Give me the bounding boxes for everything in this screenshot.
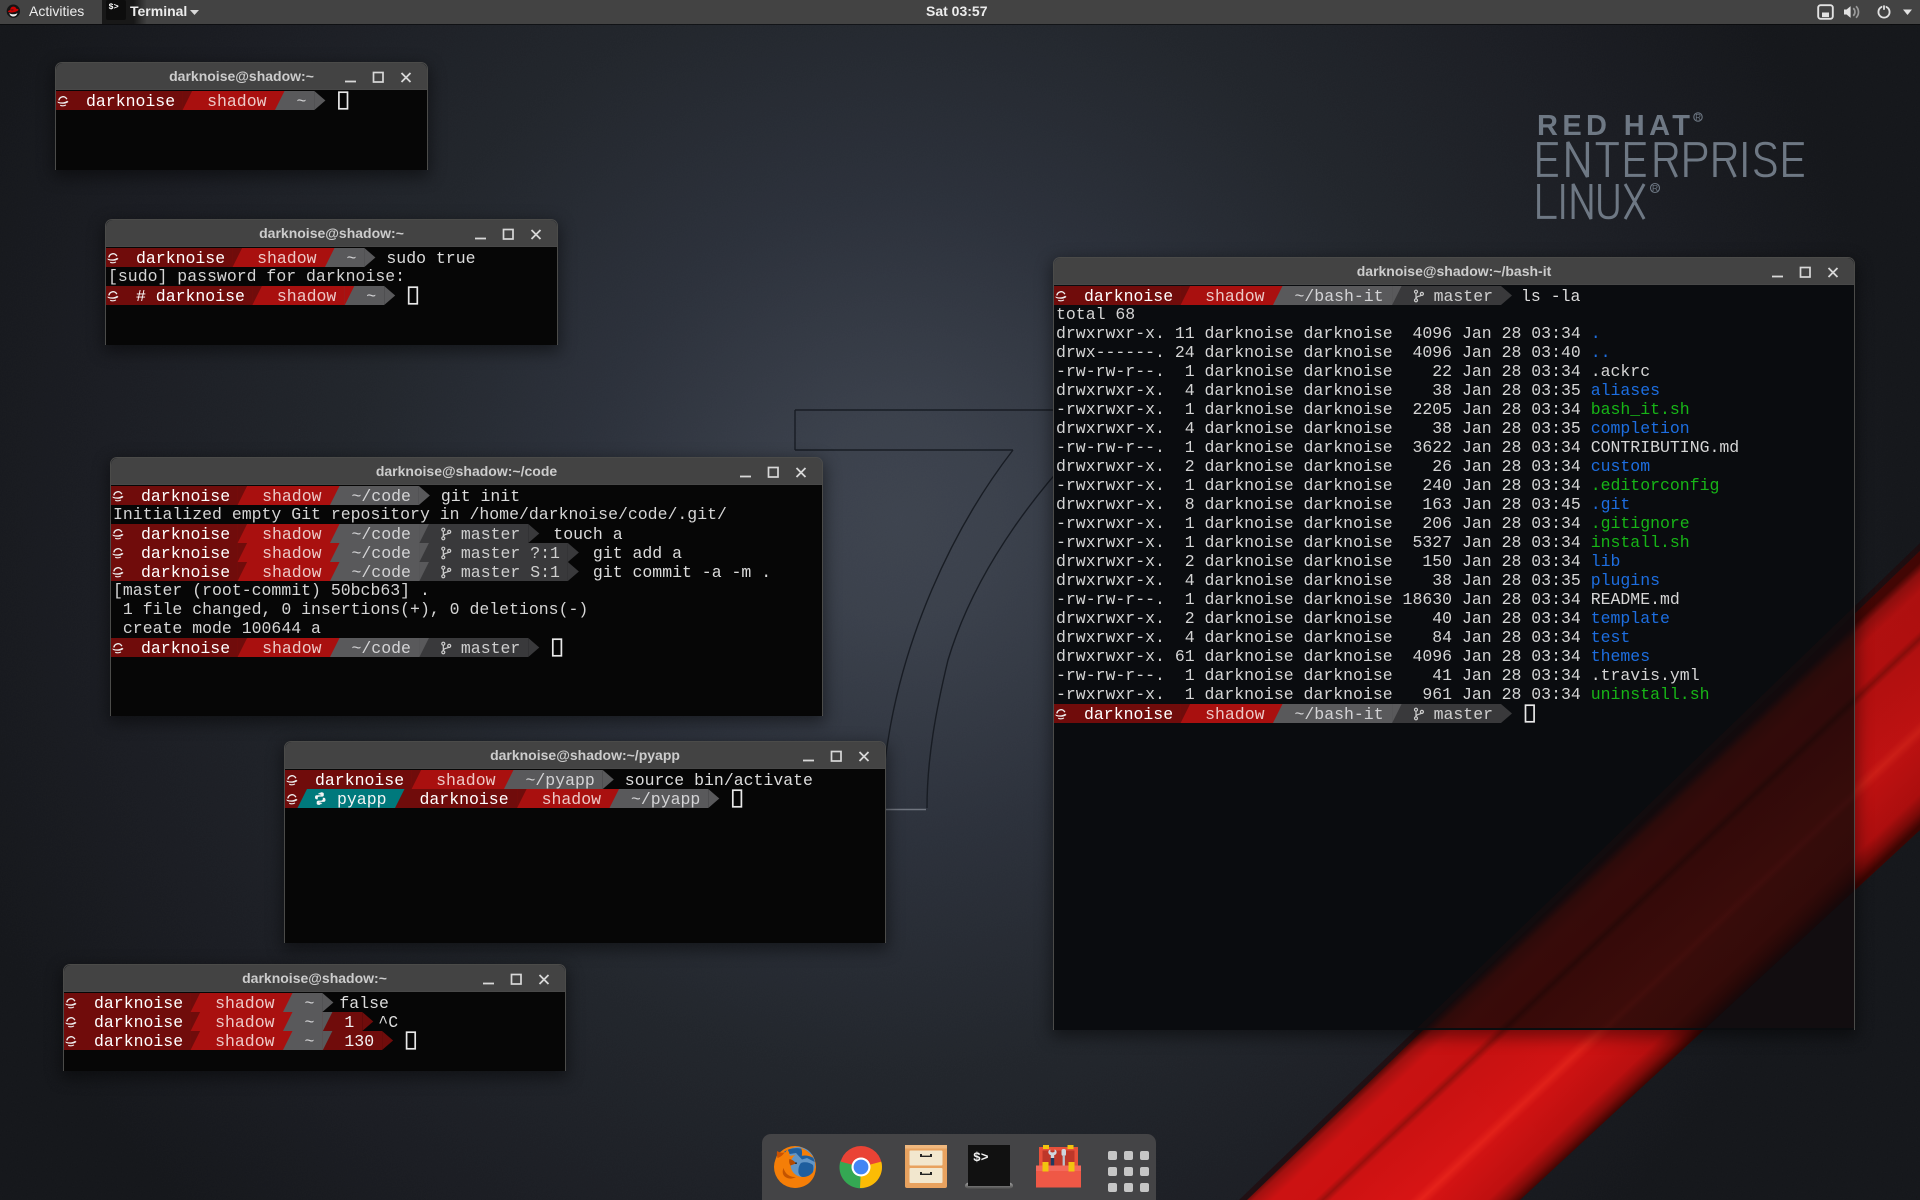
svg-text:~: ~ bbox=[297, 92, 307, 110]
svg-text:master: master bbox=[1434, 705, 1493, 723]
svg-text:shadow: shadow bbox=[1205, 287, 1265, 305]
svg-text:darknoise: darknoise bbox=[420, 790, 509, 808]
svg-text:darknoise: darknoise bbox=[86, 92, 175, 110]
svg-text:R: R bbox=[1695, 113, 1701, 122]
svg-text:source bin/activate: source bin/activate bbox=[625, 771, 813, 789]
svg-text:shadow: shadow bbox=[215, 1013, 275, 1031]
svg-text:darknoise: darknoise bbox=[1084, 705, 1173, 723]
svg-text:sudo true: sudo true bbox=[386, 249, 475, 267]
svg-text:shadow: shadow bbox=[262, 487, 322, 505]
svg-text:darknoise: darknoise bbox=[94, 1013, 183, 1031]
svg-text:shadow: shadow bbox=[1205, 705, 1265, 723]
svg-text:darknoise: darknoise bbox=[136, 249, 225, 267]
svg-text:git commit -a -m .: git commit -a -m . bbox=[593, 563, 771, 581]
svg-text:darknoise: darknoise bbox=[141, 563, 230, 581]
svg-text:pyapp: pyapp bbox=[337, 790, 387, 808]
svg-text:shadow: shadow bbox=[262, 639, 322, 657]
svg-text:darknoise: darknoise bbox=[141, 487, 230, 505]
svg-text:darknoise: darknoise bbox=[94, 994, 183, 1012]
svg-text:~: ~ bbox=[305, 1013, 315, 1031]
svg-text:~: ~ bbox=[305, 994, 315, 1012]
svg-text:~: ~ bbox=[366, 287, 376, 305]
svg-text:^C: ^C bbox=[378, 1013, 398, 1031]
svg-text:master S:1: master S:1 bbox=[461, 563, 560, 581]
svg-text:~/code: ~/code bbox=[352, 487, 411, 505]
svg-text:darknoise: darknoise bbox=[141, 525, 230, 543]
svg-text:master: master bbox=[461, 525, 520, 543]
svg-text:~/code: ~/code bbox=[352, 639, 411, 657]
svg-text:false: false bbox=[339, 994, 389, 1012]
svg-text:~: ~ bbox=[305, 1032, 315, 1050]
svg-text:shadow: shadow bbox=[262, 544, 322, 562]
svg-text:~/pyapp: ~/pyapp bbox=[526, 771, 595, 789]
svg-text:R: R bbox=[1652, 183, 1658, 193]
svg-text:~/code: ~/code bbox=[352, 544, 411, 562]
svg-text:shadow: shadow bbox=[277, 287, 337, 305]
svg-text:shadow: shadow bbox=[215, 1032, 275, 1050]
svg-text:1: 1 bbox=[344, 1013, 354, 1031]
svg-text:darknoise: darknoise bbox=[1084, 287, 1173, 305]
svg-text:shadow: shadow bbox=[215, 994, 275, 1012]
svg-text:~/code: ~/code bbox=[352, 563, 411, 581]
svg-text:darknoise: darknoise bbox=[141, 544, 230, 562]
svg-text:130: 130 bbox=[344, 1032, 374, 1050]
svg-text:shadow: shadow bbox=[542, 790, 602, 808]
svg-text:shadow: shadow bbox=[262, 525, 322, 543]
svg-text:~/code: ~/code bbox=[352, 525, 411, 543]
svg-text:git add a: git add a bbox=[593, 544, 682, 562]
svg-text:master: master bbox=[1434, 287, 1493, 305]
svg-text:darknoise: darknoise bbox=[141, 639, 230, 657]
svg-text:~/bash-it: ~/bash-it bbox=[1295, 287, 1384, 305]
svg-text:$>: $> bbox=[109, 2, 119, 12]
svg-text:darknoise: darknoise bbox=[94, 1032, 183, 1050]
svg-text:touch a: touch a bbox=[553, 525, 622, 543]
svg-text:shadow: shadow bbox=[262, 563, 322, 581]
svg-text:~: ~ bbox=[347, 249, 357, 267]
svg-text:shadow: shadow bbox=[257, 249, 317, 267]
svg-text:git init: git init bbox=[441, 487, 520, 505]
svg-text:# darknoise: # darknoise bbox=[136, 287, 245, 305]
svg-text:shadow: shadow bbox=[207, 92, 267, 110]
svg-text:master ?:1: master ?:1 bbox=[461, 544, 560, 562]
svg-text:~/pyapp: ~/pyapp bbox=[631, 790, 700, 808]
svg-text:shadow: shadow bbox=[436, 771, 496, 789]
svg-text:darknoise: darknoise bbox=[315, 771, 404, 789]
svg-text:master: master bbox=[461, 639, 520, 657]
svg-text:$>: $> bbox=[973, 1150, 989, 1165]
svg-text:RED HAT: RED HAT bbox=[1537, 110, 1690, 142]
svg-text:~/bash-it: ~/bash-it bbox=[1295, 705, 1384, 723]
svg-text:ls -la: ls -la bbox=[1521, 287, 1581, 305]
